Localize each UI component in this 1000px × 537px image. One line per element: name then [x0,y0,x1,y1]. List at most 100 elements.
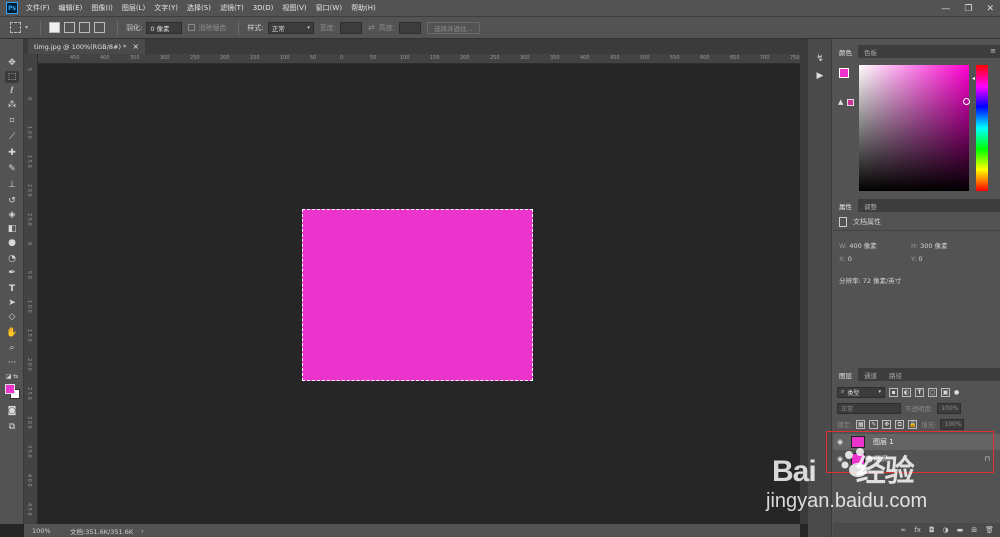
tab-adjustments[interactable]: 调整 [858,199,883,212]
fx-icon[interactable]: fx [914,526,921,534]
link-icon[interactable]: ∞ [901,526,907,534]
new-selection-icon[interactable] [49,22,61,33]
tab-layers[interactable]: 图层 [833,368,858,381]
select-and-mask-button[interactable]: 选择并遮住... [427,21,480,34]
filter-toggle-icon[interactable]: ● [954,389,959,396]
menu-window[interactable]: 窗口(W) [316,3,342,13]
menu-layer[interactable]: 图层(L) [122,3,145,13]
crop-tool-icon[interactable]: ⌗ [5,115,19,127]
hue-slider-handle-icon[interactable]: ◂ [972,75,975,82]
tab-properties[interactable]: 属性 [833,199,858,212]
status-arrow-icon[interactable]: › [141,527,144,535]
web-safe-swatch[interactable] [847,99,854,106]
menu-select[interactable]: 选择(S) [187,3,211,13]
quick-mask-icon[interactable]: ◙ [5,405,19,417]
feather-input[interactable]: 0 像素 [146,21,183,34]
mask-icon[interactable]: ◘ [929,526,935,534]
menu-view[interactable]: 视图(V) [282,3,306,13]
menu-edit[interactable]: 编辑(E) [59,3,83,13]
height-input[interactable] [399,21,422,34]
zoom-level[interactable]: 100% [32,527,70,535]
fill-input[interactable]: 100% [940,418,965,430]
history-icon[interactable]: ↯ [814,53,826,65]
dodge-tool-icon[interactable]: ◔ [5,253,19,265]
height-property-value[interactable]: 300 像素 [920,242,947,250]
y-property-value[interactable]: 0 [918,255,922,263]
canvas-area[interactable] [38,64,800,524]
lock-transparent-icon[interactable]: ▦ [856,419,866,429]
filter-adjustment-icon[interactable]: ◐ [902,387,911,397]
more-tools-icon[interactable]: ··· [5,357,19,369]
default-colors-icon[interactable]: ◪ ⇆ [5,371,19,383]
history-brush-tool-icon[interactable]: ↺ [5,195,19,207]
path-select-tool-icon[interactable]: ➤ [5,297,19,309]
trash-icon[interactable]: 🗑 [985,526,994,534]
shape-tool-icon[interactable]: ◇ [5,311,19,323]
menu-3d[interactable]: 3D(D) [253,4,274,12]
maximize-button[interactable]: ❐ [964,4,972,14]
filter-shape-icon[interactable]: ◻ [928,387,937,397]
filter-smart-icon[interactable]: ▣ [941,387,950,397]
menu-help[interactable]: 帮助(H) [351,3,376,13]
width-input[interactable] [340,21,363,34]
foreground-color-swatch[interactable] [5,384,15,394]
hue-slider[interactable] [976,65,988,191]
opacity-input[interactable]: 100% [937,402,962,414]
lock-all-icon[interactable]: 🔒 [908,419,918,429]
brush-tool-icon[interactable]: ✎ [5,163,19,175]
style-select[interactable]: 正常 ▾ [267,21,314,34]
rect-marquee-tool-icon[interactable]: ⬚ [5,71,19,83]
width-property-value[interactable]: 400 像素 [849,242,876,250]
intersect-selection-icon[interactable] [94,22,106,33]
move-tool-icon[interactable]: ✥ [5,57,19,69]
blend-mode-select[interactable]: 正常 [837,402,901,414]
saturation-value-picker[interactable] [859,65,970,191]
lock-artboard-icon[interactable]: ⧉ [895,419,905,429]
group-icon[interactable]: ▬ [957,526,964,534]
chevron-down-icon[interactable]: ▾ [25,24,28,31]
menu-file[interactable]: 文件(F) [26,3,50,13]
gamut-warning-icon[interactable]: ▲ [838,98,843,106]
panel-menu-icon[interactable]: ≡ [990,47,996,55]
vertical-scrollbar[interactable] [800,39,808,524]
paint-bucket-tool-icon[interactable]: ◧ [5,223,19,235]
lock-position-icon[interactable]: ✥ [882,419,892,429]
stamp-tool-icon[interactable]: ⊥ [5,179,19,191]
tab-color[interactable]: 颜色 [833,45,858,58]
blur-tool-icon[interactable]: ● [5,237,19,249]
marquee-preset-icon[interactable] [10,22,21,33]
tab-paths[interactable]: 路径 [883,368,908,381]
document-tab[interactable]: timg.jpg @ 100%(RGB/8#) * × [28,39,146,54]
tab-swatches[interactable]: 色板 [858,45,883,58]
lock-image-icon[interactable]: ✎ [869,419,879,429]
screen-mode-icon[interactable]: ⧉ [5,421,19,433]
adjustment-icon[interactable]: ◑ [943,526,949,534]
actions-play-icon[interactable]: ▶ [814,70,826,82]
foreground-color-swatch[interactable] [839,68,849,78]
filter-pixel-icon[interactable]: ▪ [889,387,898,397]
zoom-tool-icon[interactable]: ⌕ [5,342,19,354]
type-tool-icon[interactable]: T [5,283,19,295]
close-button[interactable]: ✕ [986,4,994,14]
tab-channels[interactable]: 通道 [858,368,883,381]
new-layer-icon[interactable]: ⊞ [971,526,977,534]
menu-filter[interactable]: 滤镜(T) [220,3,244,13]
healing-brush-tool-icon[interactable]: ✚ [5,147,19,159]
filter-type-icon[interactable]: T [915,387,924,397]
antialias-checkbox[interactable] [188,24,196,31]
x-property-value[interactable]: 0 [848,255,852,263]
color-picker-cursor[interactable] [963,98,970,105]
eyedropper-tool-icon[interactable]: ⟋ [5,131,19,143]
minimize-button[interactable]: — [941,4,950,14]
lasso-tool-icon[interactable]: ℓ [5,85,19,97]
subtract-selection-icon[interactable] [79,22,91,33]
magic-wand-tool-icon[interactable]: ⁂ [5,99,19,111]
hand-tool-icon[interactable]: ✋ [5,327,19,339]
layer-filter-select[interactable]: ⌕ 类型 ▾ [837,386,885,398]
menu-type[interactable]: 文字(Y) [154,3,178,13]
pen-tool-icon[interactable]: ✒ [5,267,19,279]
swap-icon[interactable]: ⇄ [368,23,375,32]
eraser-tool-icon[interactable]: ◈ [5,209,19,221]
add-selection-icon[interactable] [64,22,76,33]
selected-pink-image[interactable] [302,209,533,381]
